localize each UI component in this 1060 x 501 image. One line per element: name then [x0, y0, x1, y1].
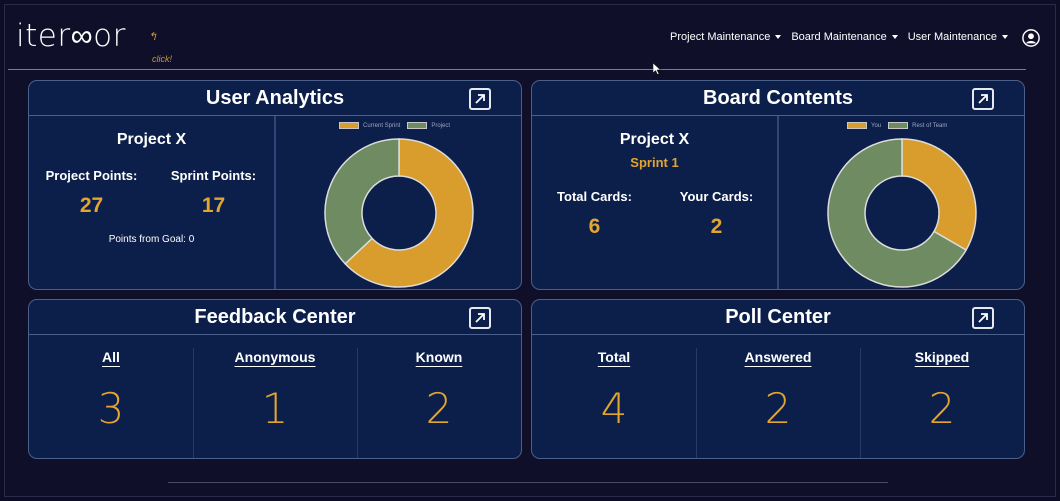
total-cards-label: Total Cards: [557, 189, 632, 204]
open-external-button[interactable] [469, 88, 491, 110]
nav-label: Board Maintenance [791, 31, 887, 43]
chart-legend: Current Sprint Project [339, 122, 450, 129]
project-name: Project X [619, 131, 690, 148]
mouse-cursor-icon [653, 63, 661, 75]
legend-swatch [339, 122, 359, 129]
poll-skipped-link[interactable]: Skipped [860, 349, 1024, 365]
sprint-name: Sprint 1 [630, 155, 679, 170]
total-cards-value: 6 [588, 215, 601, 238]
open-external-button[interactable] [972, 307, 994, 329]
legend-swatch [847, 122, 867, 129]
legend-label: Project [431, 122, 451, 129]
nav-board-maintenance[interactable]: Board Maintenance [791, 31, 898, 43]
your-cards-label: Your Cards: [679, 189, 754, 204]
your-cards-value: 2 [710, 215, 723, 238]
footer-divider [168, 482, 888, 483]
external-link-icon [978, 94, 988, 104]
chevron-down-icon [1002, 35, 1008, 39]
user-avatar-icon[interactable] [1022, 29, 1040, 47]
legend-label: Current Sprint [363, 122, 401, 129]
feedback-all-count: 3 [97, 384, 125, 433]
external-link-icon [475, 313, 485, 323]
user-analytics-donut-chart [324, 138, 474, 288]
project-points-value: 27 [79, 194, 104, 217]
card-split-divider [777, 116, 779, 289]
legend-swatch [407, 122, 428, 129]
chart-legend: You Rest of Team [847, 122, 947, 129]
feedback-known-link[interactable]: Known [357, 349, 521, 365]
legend-label: Rest of Team [912, 122, 948, 129]
user-analytics-card: User Analytics Project X Project Points:… [28, 80, 522, 290]
top-nav: Project Maintenance Board Maintenance Us… [670, 31, 1008, 43]
click-hint-label: click! [152, 54, 172, 64]
nav-label: Project Maintenance [670, 31, 771, 43]
open-external-button[interactable] [972, 88, 994, 110]
legend-swatch [888, 122, 909, 129]
feedback-center-card: Feedback Center All Anonymous Known 3 1 … [28, 299, 522, 459]
card-header: Board Contents [532, 81, 1024, 116]
nav-project-maintenance[interactable]: Project Maintenance [670, 31, 782, 43]
poll-center-card: Poll Center Total Answered Skipped 4 2 2 [531, 299, 1025, 459]
feedback-known-count: 2 [425, 384, 453, 433]
header-divider [8, 69, 1026, 70]
chevron-down-icon [891, 35, 898, 39]
points-from-goal: Points from Goal: 0 [108, 234, 195, 245]
external-link-icon [978, 313, 988, 323]
card-split-divider [274, 116, 276, 289]
click-hint: ↰ click! [146, 30, 182, 66]
poll-answered-link[interactable]: Answered [696, 349, 860, 365]
card-title: Board Contents [703, 86, 853, 109]
external-link-icon [475, 94, 485, 104]
chevron-down-icon [775, 35, 782, 39]
poll-answered-count: 2 [764, 384, 792, 433]
poll-total-link[interactable]: Total [532, 349, 696, 365]
project-points-label: Project Points: [45, 168, 138, 183]
card-title: User Analytics [205, 86, 345, 109]
nav-label: User Maintenance [907, 31, 997, 43]
project-name: Project X [116, 131, 187, 148]
feedback-anonymous-count: 1 [261, 384, 289, 433]
nav-user-maintenance[interactable]: User Maintenance [908, 31, 1008, 43]
donut-slice-project[interactable] [324, 138, 400, 265]
open-external-button[interactable] [469, 307, 491, 329]
card-header: Feedback Center [29, 300, 521, 335]
donut-slice-you[interactable] [901, 138, 977, 252]
curved-arrow-icon: ↰ [148, 31, 158, 43]
poll-total-count: 4 [600, 384, 628, 433]
board-contents-card: Board Contents Project X Sprint 1 Total … [531, 80, 1025, 290]
feedback-anonymous-link[interactable]: Anonymous [193, 349, 357, 365]
legend-label: You [871, 122, 882, 129]
board-contents-donut-chart [827, 138, 977, 288]
card-header: User Analytics [29, 81, 521, 116]
poll-skipped-count: 2 [928, 384, 956, 433]
card-header: Poll Center [532, 300, 1024, 335]
sprint-points-label: Sprint Points: [170, 168, 257, 183]
card-title: Poll Center [725, 305, 831, 328]
feedback-all-link[interactable]: All [29, 349, 193, 365]
sprint-points-value: 17 [201, 194, 226, 217]
card-title: Feedback Center [194, 305, 356, 328]
app-logo[interactable]: iter∞or [16, 18, 126, 54]
